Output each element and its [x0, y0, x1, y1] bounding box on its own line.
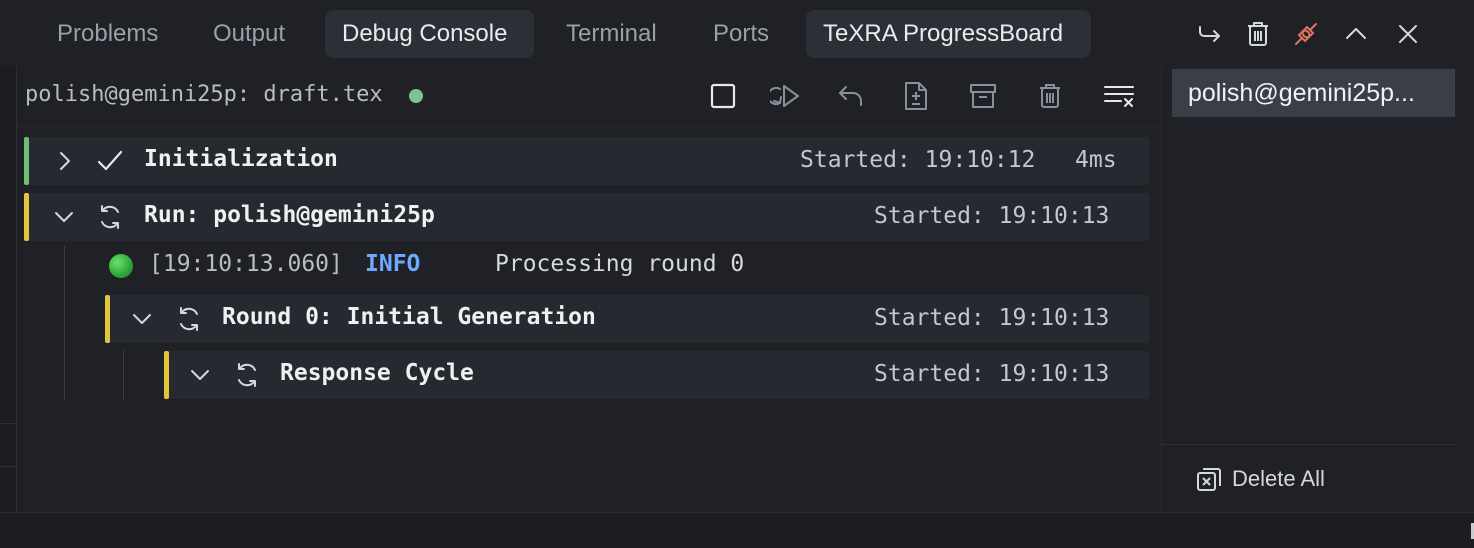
row-title: Run: polish@gemini25p: [144, 202, 435, 228]
log-level: INFO: [365, 251, 421, 277]
tree-row-initialization[interactable]: Initialization Started: 19:10:12 4ms: [24, 137, 1150, 185]
status-bar: [0, 512, 1474, 548]
delete-all-icon: [1196, 466, 1222, 492]
tree-row-round[interactable]: Round 0: Initial Generation Started: 19:…: [105, 295, 1150, 343]
left-gutter: [0, 66, 17, 512]
delete-all-button[interactable]: Delete All: [1196, 464, 1325, 494]
session-sidebar: polish@gemini25p... Delete All: [1161, 66, 1474, 512]
session-label: polish@gemini25p: draft.tex: [25, 82, 383, 107]
tab-terminal[interactable]: Terminal: [549, 10, 674, 58]
row-title: Response Cycle: [280, 360, 474, 386]
row-started: Started: 19:10:13: [874, 305, 1110, 331]
panel-tab-bar: Problems Output Debug Console Terminal P…: [0, 0, 1160, 66]
chevron-up-icon[interactable]: [1336, 14, 1376, 54]
chevron-down-icon[interactable]: [188, 363, 212, 387]
status-bar-running: [105, 295, 110, 343]
green-circle-icon: [109, 254, 133, 278]
tab-debug-console[interactable]: Debug Console: [325, 10, 534, 58]
row-started: Started: 19:10:12: [800, 147, 1036, 173]
tree-guide: [123, 350, 124, 400]
sync-running-icon: [96, 203, 124, 231]
stop-square-icon[interactable]: [703, 78, 743, 114]
delete-all-label: Delete All: [1232, 466, 1325, 491]
archive-icon[interactable]: [963, 78, 1003, 114]
tree-row-response-cycle[interactable]: Response Cycle Started: 19:10:13: [164, 351, 1150, 399]
sync-running-icon: [233, 361, 261, 389]
chevron-right-icon[interactable]: [52, 149, 76, 173]
status-indicator: [409, 89, 423, 103]
tab-problems[interactable]: Problems: [40, 10, 175, 58]
check-icon: [96, 147, 124, 175]
disconnect-plug-icon[interactable]: [1286, 14, 1326, 54]
log-timestamp: [19:10:13.060]: [149, 251, 343, 277]
trash-icon[interactable]: [1238, 14, 1278, 54]
restart-icon[interactable]: [767, 78, 807, 114]
divider: [1162, 444, 1455, 445]
close-icon[interactable]: [1388, 14, 1428, 54]
progress-board: polish@gemini25p: draft.tex Initializati…: [17, 66, 1160, 512]
undo-icon[interactable]: [831, 78, 871, 114]
status-bar-done: [24, 137, 29, 185]
row-title: Initialization: [144, 146, 338, 172]
session-toolbar: polish@gemini25p: draft.tex: [17, 66, 1160, 127]
chevron-down-icon[interactable]: [52, 205, 76, 229]
status-bar-running: [24, 193, 29, 241]
log-message: Processing round 0: [495, 251, 745, 277]
tree-row-run[interactable]: Run: polish@gemini25p Started: 19:10:13: [24, 193, 1150, 241]
sync-running-icon: [175, 305, 203, 333]
row-started: Started: 19:10:13: [874, 203, 1110, 229]
tab-ports[interactable]: Ports: [696, 10, 786, 58]
tree-guide: [64, 246, 65, 400]
row-duration: 4ms: [1075, 147, 1117, 173]
row-started: Started: 19:10:13: [874, 361, 1110, 387]
row-title: Round 0: Initial Generation: [222, 304, 596, 330]
arrow-return-icon[interactable]: [1190, 14, 1230, 54]
tab-texra-progressboard[interactable]: TeXRA ProgressBoard: [806, 10, 1091, 58]
clear-all-icon[interactable]: [1099, 78, 1139, 114]
tab-output[interactable]: Output: [196, 10, 302, 58]
session-list-item[interactable]: polish@gemini25p...: [1172, 69, 1455, 117]
trash-icon[interactable]: [1030, 78, 1070, 114]
status-bar-running: [164, 351, 169, 399]
diff-file-icon[interactable]: [896, 78, 936, 114]
chevron-down-icon[interactable]: [130, 307, 154, 331]
